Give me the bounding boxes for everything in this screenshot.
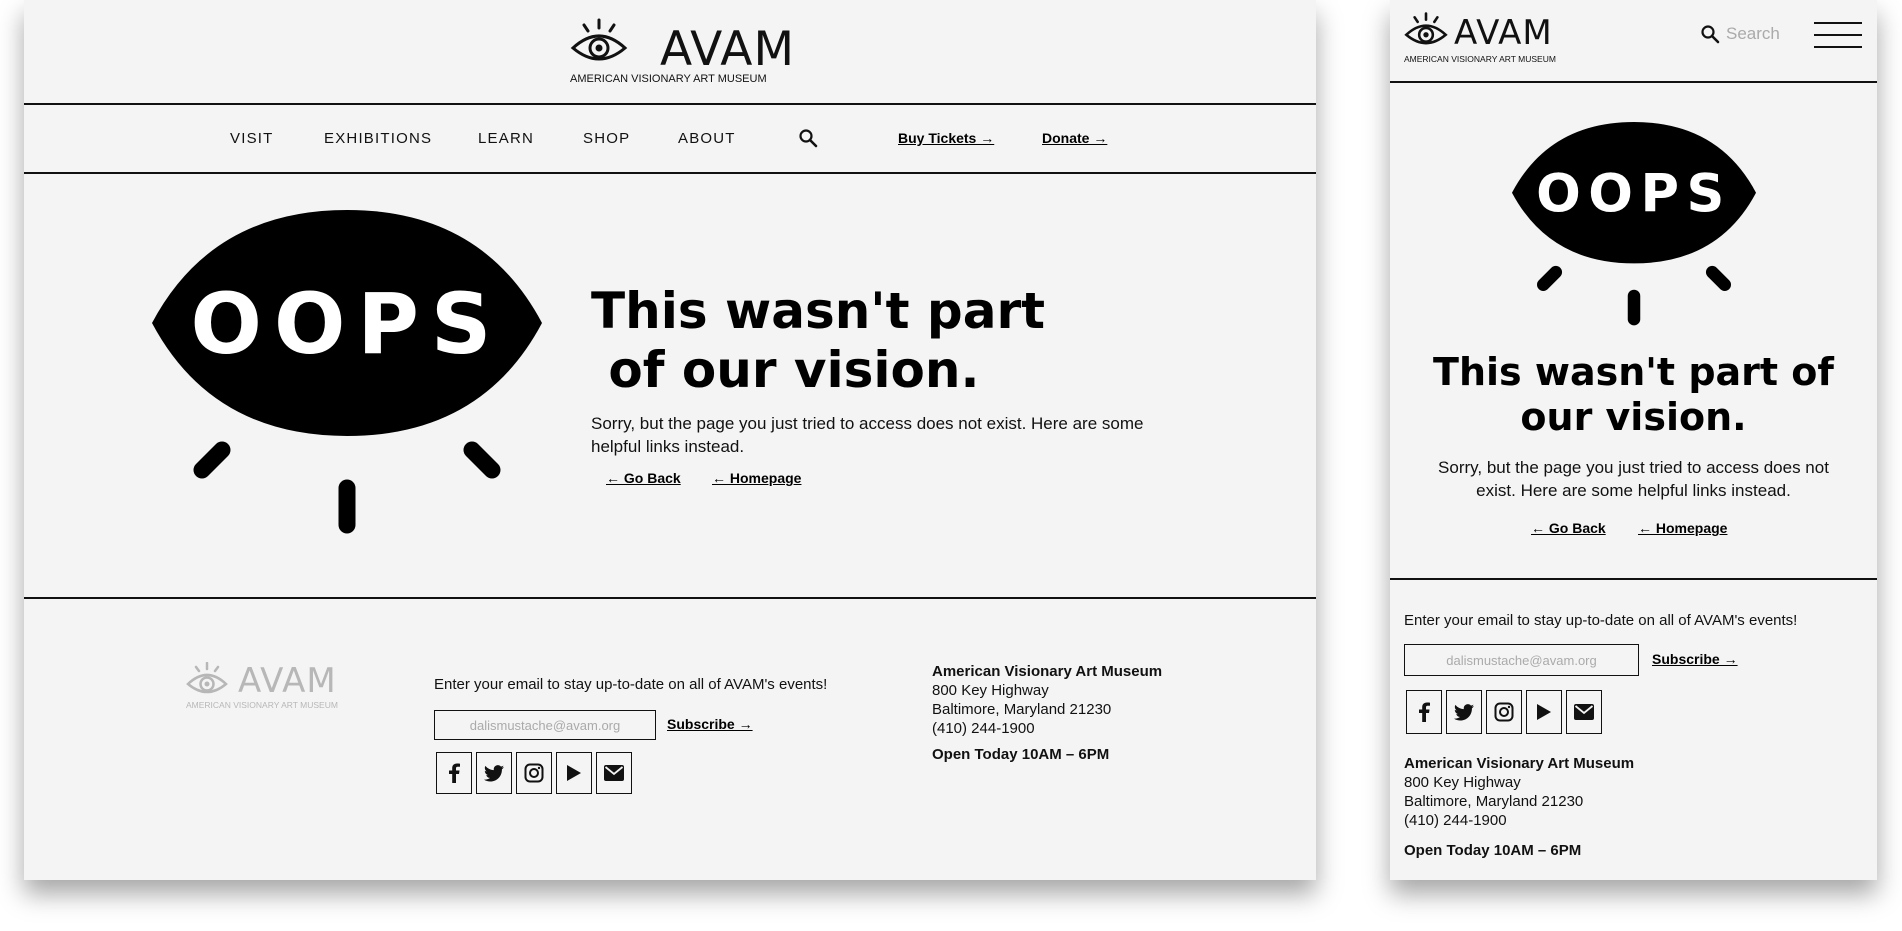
- logo-wordmark: AVAM: [1454, 13, 1553, 53]
- go-back-link[interactable]: ← Go Back: [1531, 520, 1606, 536]
- footer-logo-tagline: AMERICAN VISIONARY ART MUSEUM: [186, 700, 338, 710]
- nav-exhibitions[interactable]: EXHIBITIONS: [324, 130, 432, 147]
- footer-logo[interactable]: AVAM AMERICAN VISIONARY ART MUSEUM: [186, 662, 361, 712]
- youtube-icon[interactable]: [1526, 690, 1562, 734]
- desktop-page: AVAM AMERICAN VISIONARY ART MUSEUM VISIT…: [24, 0, 1316, 880]
- social-links: [436, 752, 632, 794]
- logo-tagline: AMERICAN VISIONARY ART MUSEUM: [1404, 54, 1556, 64]
- mobile-search[interactable]: Search: [1700, 24, 1780, 44]
- email-input[interactable]: dalismustache@avam.org: [434, 710, 656, 740]
- main-nav: VISIT EXHIBITIONS LEARN SHOP ABOUT Buy T…: [24, 104, 1316, 172]
- error-message: Sorry, but the page you just tried to ac…: [1438, 458, 1829, 500]
- error-heading: This wasn't part of our vision.: [1433, 350, 1834, 439]
- search-placeholder: Search: [1726, 24, 1780, 43]
- instagram-icon[interactable]: [516, 752, 552, 794]
- donate-link[interactable]: Donate →: [1042, 130, 1107, 146]
- logo-tagline: AMERICAN VISIONARY ART MUSEUM: [570, 73, 767, 85]
- youtube-icon[interactable]: [556, 752, 592, 794]
- error-heading-line-2: of our vision.: [591, 341, 980, 399]
- nav-visit[interactable]: VISIT: [230, 130, 274, 147]
- subscribe-button[interactable]: Subscribe →: [667, 716, 753, 732]
- search-icon: [1701, 25, 1720, 44]
- error-message: Sorry, but the page you just tried to ac…: [591, 414, 1144, 456]
- twitter-icon[interactable]: [1446, 690, 1482, 734]
- address-street: 800 Key Highway: [932, 682, 1049, 699]
- nav-divider: [24, 172, 1316, 174]
- opening-hours: Open Today 10AM – 6PM: [932, 746, 1110, 763]
- email-input[interactable]: dalismustache@avam.org: [1404, 644, 1639, 676]
- address-city: Baltimore, Maryland 21230: [932, 701, 1112, 718]
- eye-logo-icon: [570, 18, 628, 61]
- facebook-icon[interactable]: [436, 752, 472, 794]
- header-divider: [1390, 81, 1877, 83]
- footer-divider: [1390, 578, 1877, 580]
- homepage-link[interactable]: ← Homepage: [1638, 520, 1727, 536]
- address-phone[interactable]: (410) 244-1900: [1404, 811, 1634, 830]
- eye-logo-icon: [186, 662, 228, 694]
- email-icon[interactable]: [596, 752, 632, 794]
- homepage-link[interactable]: ← Homepage: [712, 470, 801, 486]
- facebook-icon[interactable]: [1406, 690, 1442, 734]
- museum-address: American Visionary Art Museum 800 Key Hi…: [932, 662, 1162, 738]
- site-logo[interactable]: AVAM AMERICAN VISIONARY ART MUSEUM: [570, 18, 794, 88]
- nav-learn[interactable]: LEARN: [478, 130, 534, 147]
- address-street: 800 Key Highway: [1404, 774, 1521, 791]
- nav-about[interactable]: ABOUT: [678, 130, 736, 147]
- buy-tickets-link[interactable]: Buy Tickets →: [898, 130, 994, 146]
- museum-name: American Visionary Art Museum: [932, 663, 1163, 680]
- oops-eye-graphic: OOPS: [1511, 122, 1757, 326]
- instagram-icon[interactable]: [1486, 690, 1522, 734]
- go-back-link[interactable]: ← Go Back: [606, 470, 681, 486]
- oops-text: OOPS: [191, 275, 504, 373]
- twitter-icon[interactable]: [476, 752, 512, 794]
- search-icon[interactable]: [798, 128, 818, 148]
- error-heading-line-1: This wasn't part: [591, 282, 1046, 340]
- site-logo[interactable]: AVAM AMERICAN VISIONARY ART MUSEUM: [1404, 12, 1574, 66]
- oops-text: OOPS: [1536, 163, 1732, 224]
- newsletter-text: Enter your email to stay up-to-date on a…: [1404, 612, 1798, 629]
- footer-divider: [24, 597, 1316, 599]
- museum-name: American Visionary Art Museum: [1404, 755, 1635, 772]
- footer-logo-wordmark: AVAM: [238, 661, 337, 701]
- address-city: Baltimore, Maryland 21230: [1404, 793, 1584, 810]
- error-heading: This wasn't part of our vision.: [591, 282, 1071, 400]
- eye-logo-icon: [1404, 12, 1448, 45]
- email-icon[interactable]: [1566, 690, 1602, 734]
- mobile-page: AVAM AMERICAN VISIONARY ART MUSEUM Searc…: [1390, 0, 1877, 880]
- museum-address: American Visionary Art Museum 800 Key Hi…: [1404, 754, 1634, 830]
- oops-eye-graphic: OOPS: [152, 210, 542, 534]
- opening-hours: Open Today 10AM – 6PM: [1404, 842, 1582, 859]
- logo-wordmark: AVAM: [660, 22, 795, 77]
- nav-shop[interactable]: SHOP: [583, 130, 630, 147]
- subscribe-button[interactable]: Subscribe →: [1652, 651, 1738, 667]
- newsletter-text: Enter your email to stay up-to-date on a…: [434, 676, 828, 693]
- address-phone[interactable]: (410) 244-1900: [932, 719, 1162, 738]
- social-links: [1406, 690, 1602, 734]
- hamburger-menu-icon[interactable]: [1814, 22, 1862, 48]
